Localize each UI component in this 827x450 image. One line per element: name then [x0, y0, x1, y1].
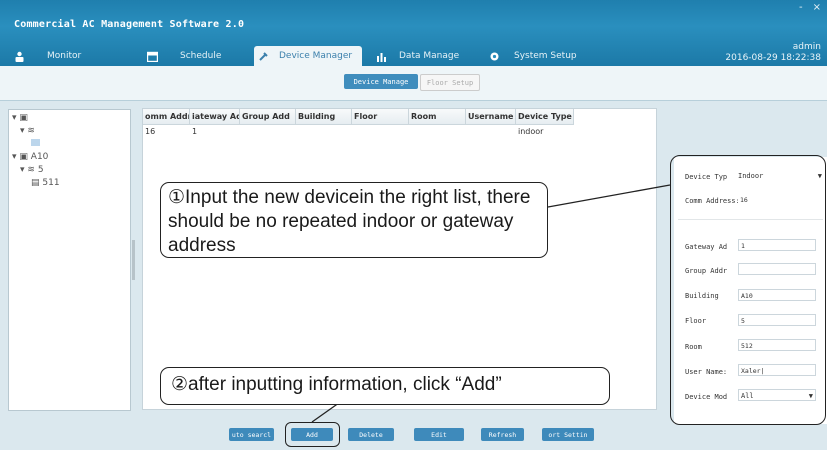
column-header[interactable]: Group Add	[240, 109, 296, 124]
highlight-frame	[285, 422, 340, 447]
user-info: admin 2016-08-29 18:22:38	[725, 42, 821, 64]
cell: indoor	[518, 127, 544, 136]
tab-device-manager-label: Device Manager	[279, 51, 353, 61]
subtab-device-manage[interactable]: Device Manage	[344, 74, 418, 89]
tab-system-setup-label: System Setup	[514, 51, 577, 61]
room-icon: ▤	[31, 178, 40, 188]
cell	[352, 125, 409, 139]
tab-schedule-label: Schedule	[180, 51, 222, 61]
refresh-button[interactable]: Refresh	[481, 428, 524, 441]
minimize-button[interactable]: -	[799, 2, 803, 13]
tree-node[interactable]: ▾ ≋ 5	[20, 165, 44, 175]
column-header[interactable]: Floor	[352, 109, 409, 124]
subtab-bar: Device Manage Floor Setup	[0, 66, 827, 101]
tree-node-selected[interactable]	[31, 139, 40, 146]
column-header[interactable]: Username	[466, 109, 516, 124]
tree-node[interactable]: ▾ ≋	[20, 126, 35, 136]
tab-data-manage[interactable]: Data Manage	[376, 46, 459, 66]
port-settings-button[interactable]: ort Settin	[542, 428, 594, 441]
username: admin	[792, 42, 821, 52]
floor-icon: ≋	[27, 165, 35, 175]
bar-chart-icon	[377, 52, 386, 62]
auto-search-button[interactable]: uto searcl	[229, 428, 274, 441]
datetime: 2016-08-29 18:22:38	[725, 53, 821, 63]
tab-data-manage-label: Data Manage	[399, 51, 460, 61]
edit-button[interactable]: Edit	[414, 428, 464, 441]
tree-node[interactable]: ▾ ▣	[12, 113, 28, 123]
column-header[interactable]: omm Addre	[143, 109, 190, 124]
callout-step-1: ①Input the new devicein the right list, …	[160, 182, 548, 258]
column-header[interactable]: Device Type	[516, 109, 574, 124]
column-header[interactable]: Building	[296, 109, 352, 124]
app-window: Commercial AC Management Software 2.0 - …	[0, 0, 827, 450]
person-icon	[15, 51, 24, 62]
cell	[466, 125, 516, 139]
table-header: omm Addre iateway Adc Group Add Building…	[143, 109, 574, 125]
building-icon: ▣	[19, 113, 28, 123]
title-bar: Commercial AC Management Software 2.0 - …	[0, 0, 827, 66]
callout-step-2: ②after inputting information, click “Add…	[160, 367, 610, 405]
device-table: omm Addre iateway Adc Group Add Building…	[142, 108, 657, 410]
tab-system-setup[interactable]: System Setup	[489, 46, 577, 66]
tree-node[interactable]: ▾ ▣ A10	[12, 152, 48, 162]
wrench-icon	[259, 51, 268, 61]
floor-icon: ≋	[27, 126, 35, 136]
building-icon: ▣	[19, 152, 28, 162]
subtab-floor-setup[interactable]: Floor Setup	[420, 74, 480, 91]
highlight-frame	[670, 155, 826, 425]
tab-device-manager[interactable]: Device Manager	[254, 46, 362, 66]
tree-node[interactable]: ▤ 511	[31, 178, 60, 188]
table-row[interactable]: 16 1 indoor	[143, 125, 574, 139]
cell	[296, 125, 352, 139]
tab-monitor[interactable]: Monitor	[14, 46, 81, 66]
tab-schedule[interactable]: Schedule	[147, 46, 221, 66]
cell	[409, 125, 466, 139]
gear-icon	[490, 52, 499, 60]
window-controls: - ×	[799, 2, 821, 13]
device-tree[interactable]: ▾ ▣ ▾ ≋ ▾ ▣ A10 ▾ ≋ 5 ▤ 511	[8, 109, 131, 411]
column-header[interactable]: Room	[409, 109, 466, 124]
delete-button[interactable]: Delete	[348, 428, 394, 441]
cell: 1	[192, 127, 198, 136]
tab-monitor-label: Monitor	[47, 51, 82, 61]
column-header[interactable]: iateway Adc	[190, 109, 240, 124]
splitter-handle[interactable]	[132, 240, 135, 280]
cell: 16	[145, 127, 156, 136]
close-button[interactable]: ×	[813, 2, 821, 13]
app-title: Commercial AC Management Software 2.0	[14, 19, 245, 30]
cell	[240, 125, 296, 139]
calendar-icon	[147, 51, 158, 62]
